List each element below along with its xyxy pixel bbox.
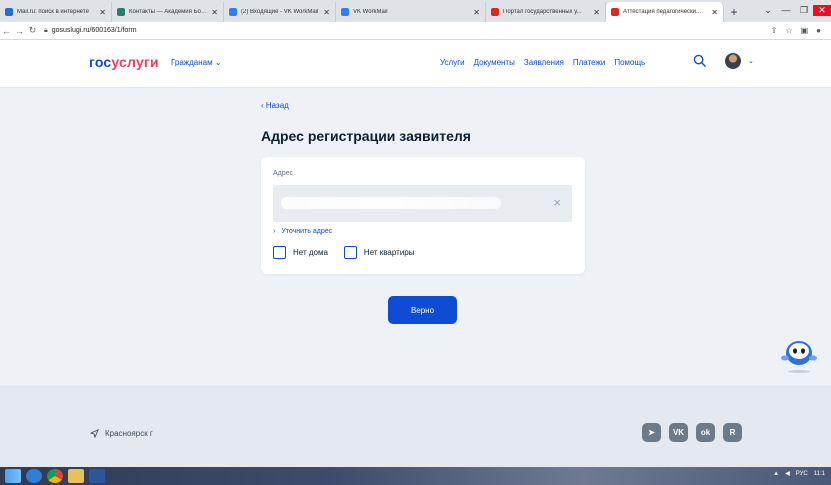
search-icon[interactable] [693, 54, 706, 67]
social-links: ➤ VK ok R [642, 423, 742, 442]
os-taskbar: ▲ ◀ РУС 11:1 [0, 467, 831, 485]
profile-icon[interactable]: ● [816, 26, 821, 35]
word-icon[interactable] [89, 469, 105, 483]
clock[interactable]: 11:1 [814, 471, 825, 477]
nav-payments[interactable]: Платежи [573, 58, 605, 67]
gosuslugi-favicon-icon [491, 8, 499, 16]
confirm-button[interactable]: Верно [388, 296, 457, 324]
forward-arrow-icon[interactable]: → [13, 26, 26, 36]
lock-icon: 🔒︎ [44, 26, 48, 34]
chrome-icon[interactable] [47, 469, 63, 483]
browser-tab-strip: Mail.ru: поиск в интернете ✕ Контакты — А… [0, 0, 831, 22]
tab-label: Аттестация педагогически... [623, 9, 702, 15]
new-tab-button[interactable]: + [724, 2, 744, 22]
bookmark-star-icon[interactable]: ☆ [785, 26, 792, 35]
checkbox-row: Нет дома Нет квартиры [273, 246, 422, 259]
back-link[interactable]: ‹ Назад [261, 101, 289, 110]
location-arrow-icon [90, 429, 99, 438]
url-field[interactable]: 🔒︎ gosuslugi.ru/600163/1/form [44, 27, 137, 35]
refine-address-label: Уточнить адрес [281, 228, 333, 235]
page-title: Адрес регистрации заявителя [261, 128, 471, 144]
tab-label: Портал государственных у... [503, 9, 582, 15]
tab-search-icon[interactable]: ⌄ [759, 5, 777, 16]
no-flat-label: Нет квартиры [363, 248, 415, 257]
tab-label: (2) Входящие - VK WorkMail [241, 9, 319, 15]
no-house-label: Нет дома [293, 248, 328, 257]
tab-close-icon[interactable]: ✕ [593, 8, 600, 17]
checkbox-box[interactable] [343, 246, 357, 259]
citizens-dropdown[interactable]: Гражданам ⌄ [171, 58, 222, 67]
avatar[interactable] [725, 53, 741, 69]
rutube-icon[interactable]: R [723, 423, 742, 442]
workmail-favicon-icon [229, 8, 237, 16]
checkbox-box[interactable] [273, 246, 286, 259]
refine-address-link[interactable]: › Уточнить адрес [273, 228, 332, 235]
ie-browser-icon[interactable] [26, 469, 42, 483]
clear-icon[interactable]: × [553, 195, 561, 211]
system-tray: ▲ ◀ РУС 11:1 [773, 470, 825, 478]
language-indicator[interactable]: РУС [796, 471, 808, 477]
share-icon[interactable]: ⇪ [771, 26, 778, 35]
no-flat-checkbox[interactable]: Нет квартиры [343, 246, 415, 259]
site-header: госуслуги Гражданам ⌄ Услуги Документы З… [0, 40, 831, 88]
no-house-checkbox[interactable]: Нет дома [273, 246, 328, 259]
reload-icon[interactable]: ↻ [26, 25, 39, 36]
browser-address-bar: ← → ↻ 🔒︎ gosuslugi.ru/600163/1/form ⇪ ☆ … [0, 22, 831, 40]
logo-part-2: услуги [111, 54, 159, 70]
browser-tab-active[interactable]: Аттестация педагогически... ✕ [606, 2, 724, 22]
nav-documents[interactable]: Документы [474, 58, 515, 67]
gosuslugi-favicon-icon [611, 8, 619, 16]
tab-close-icon[interactable]: ✕ [473, 8, 480, 17]
tab-close-icon[interactable]: ✕ [99, 8, 106, 17]
maximize-icon[interactable]: ❐ [795, 5, 813, 16]
tab-label: Mail.ru: поиск в интернете [17, 9, 89, 15]
assistant-robot-icon[interactable] [779, 331, 819, 371]
network-icon[interactable]: ▲ [773, 471, 779, 477]
telegram-icon[interactable]: ➤ [642, 423, 661, 442]
ok-icon[interactable]: ok [696, 423, 715, 442]
redacted-address-value [281, 197, 501, 209]
gosuslugi-logo[interactable]: госуслуги [89, 54, 159, 70]
chevron-down-icon[interactable]: ⌄ [748, 57, 754, 65]
tab-close-icon[interactable]: ✕ [211, 8, 218, 17]
window-close-icon[interactable]: ✕ [813, 4, 831, 16]
nav-services[interactable]: Услуги [440, 58, 465, 67]
window-controls: ⌄ — ❐ ✕ [759, 0, 831, 20]
tab-close-icon[interactable]: ✕ [711, 8, 718, 17]
file-explorer-icon[interactable] [68, 469, 84, 483]
workmail-favicon-icon [341, 8, 349, 16]
logo-part-1: гос [89, 54, 112, 70]
sidepanel-icon[interactable]: ▣ [801, 26, 809, 35]
academy-favicon-icon [117, 8, 125, 16]
windows-start-icon[interactable] [5, 469, 21, 483]
city-name: Красноярск г [105, 429, 153, 438]
url-text: gosuslugi.ru/600163/1/form [51, 27, 137, 34]
tab-label: Контакты — Академия Бор... [129, 9, 209, 15]
minimize-icon[interactable]: — [777, 5, 795, 15]
nav-applications[interactable]: Заявления [524, 58, 564, 67]
browser-tab[interactable]: (2) Входящие - VK WorkMail ✕ [224, 2, 336, 22]
tab-label: VK WorkMail [353, 9, 388, 15]
browser-tab[interactable]: Контакты — Академия Бор... ✕ [112, 2, 224, 22]
chevron-right-icon: › [273, 228, 276, 235]
site-footer: Красноярск г ➤ VK ok R [0, 385, 831, 467]
vk-icon[interactable]: VK [669, 423, 688, 442]
address-input[interactable]: × [273, 185, 572, 222]
top-nav: Услуги Документы Заявления Платежи Помощ… [440, 58, 645, 67]
tab-close-icon[interactable]: ✕ [323, 8, 330, 17]
mailru-favicon-icon [5, 8, 13, 16]
browser-tab[interactable]: Mail.ru: поиск в интернете ✕ [0, 2, 112, 22]
address-card: Адрес × › Уточнить адрес Нет дома Нет ква… [261, 157, 585, 274]
robot-shadow [788, 370, 810, 373]
browser-tab[interactable]: Портал государственных у... ✕ [486, 2, 606, 22]
location-selector[interactable]: Красноярск г [90, 429, 153, 438]
volume-icon[interactable]: ◀ [785, 470, 790, 477]
back-arrow-icon[interactable]: ← [0, 26, 13, 36]
browser-tab[interactable]: VK WorkMail ✕ [336, 2, 486, 22]
nav-help[interactable]: Помощь [614, 58, 645, 67]
address-label: Адрес [273, 170, 294, 177]
